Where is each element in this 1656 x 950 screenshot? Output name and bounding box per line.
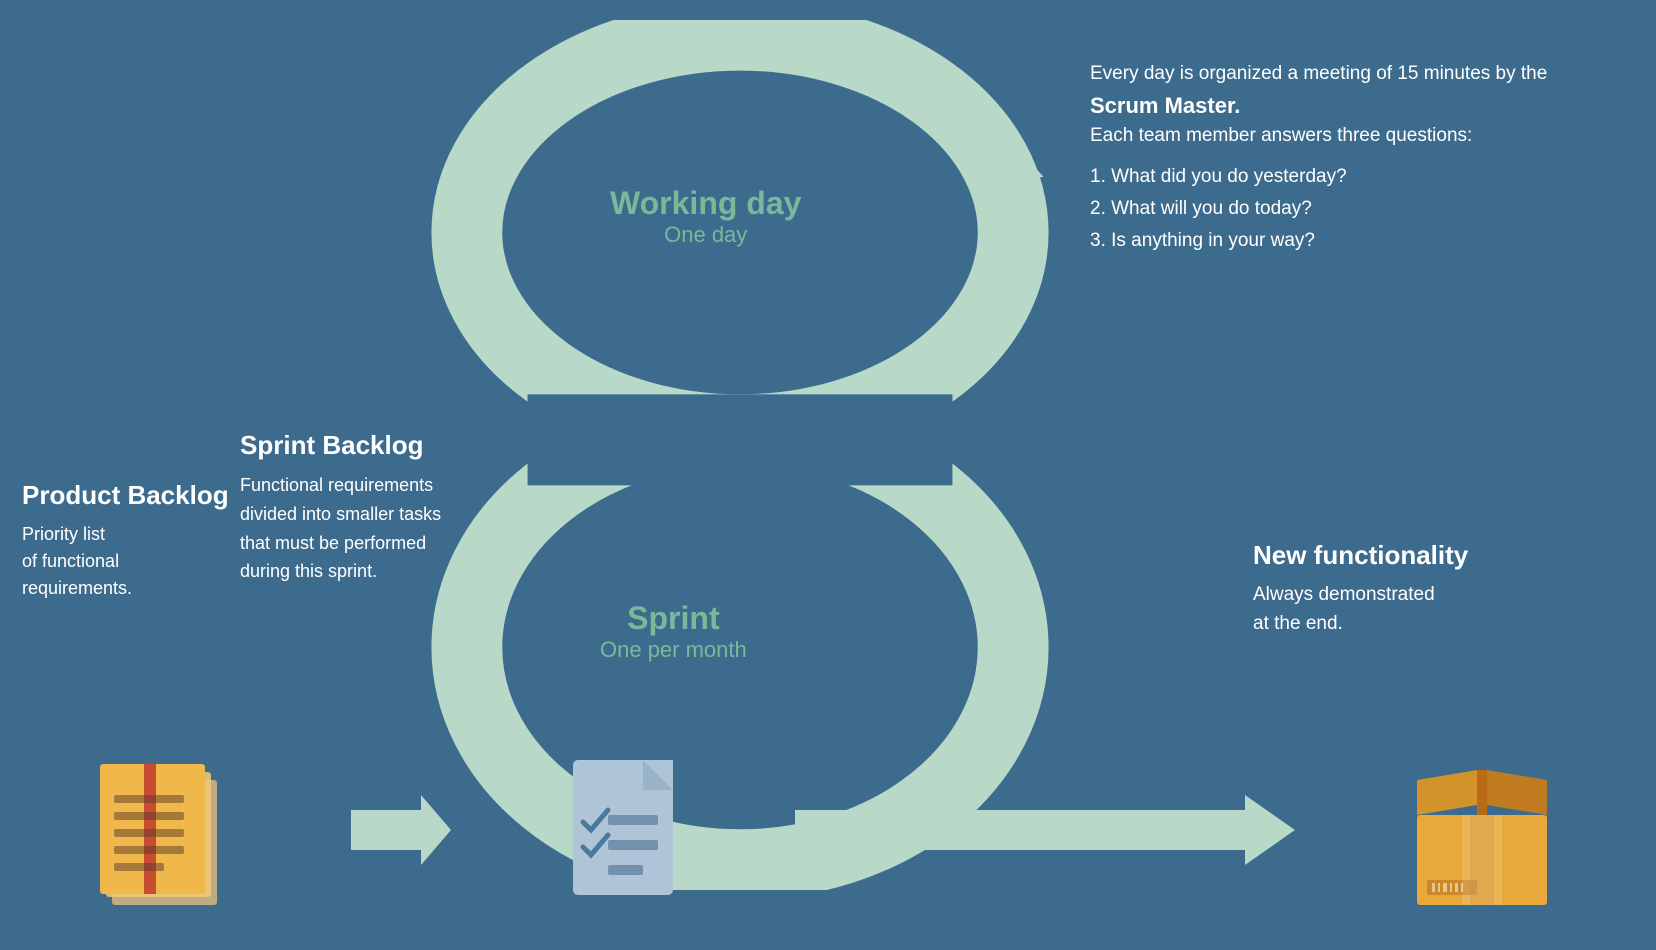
product-backlog-desc: Priority list of functional requirements… [22, 521, 229, 602]
working-day-info-section: Every day is organized a meeting of 15 m… [1090, 60, 1547, 257]
product-backlog-section: Product Backlog Priority list of functio… [22, 480, 229, 602]
new-functionality-title: New functionality [1253, 540, 1468, 571]
working-day-questions: 1. What did you do yesterday? 2. What wi… [1090, 161, 1547, 258]
working-day-label: Working day One day [610, 185, 801, 248]
new-functionality-icon [1402, 750, 1562, 910]
product-backlog-title: Product Backlog [22, 480, 229, 511]
main-container: Working day One day Sprint One per month… [0, 0, 1656, 950]
working-day-intro: Every day is organized a meeting of 15 m… [1090, 60, 1547, 151]
new-functionality-desc: Always demonstrated at the end. [1253, 581, 1468, 638]
sprint-backlog-icon [558, 750, 688, 910]
sprint-backlog-desc: Functional requirements divided into sma… [240, 471, 450, 586]
sprint-backlog-title: Sprint Backlog [240, 430, 450, 461]
sprint-label: Sprint One per month [600, 600, 747, 663]
bottom-row [0, 730, 1656, 930]
arrow-1 [351, 795, 451, 865]
product-backlog-icon [94, 750, 244, 910]
sprint-backlog-section: Sprint Backlog Functional requirements d… [240, 430, 450, 586]
new-functionality-section: New functionality Always demonstrated at… [1253, 540, 1468, 638]
big-center-arrow [795, 795, 1295, 865]
